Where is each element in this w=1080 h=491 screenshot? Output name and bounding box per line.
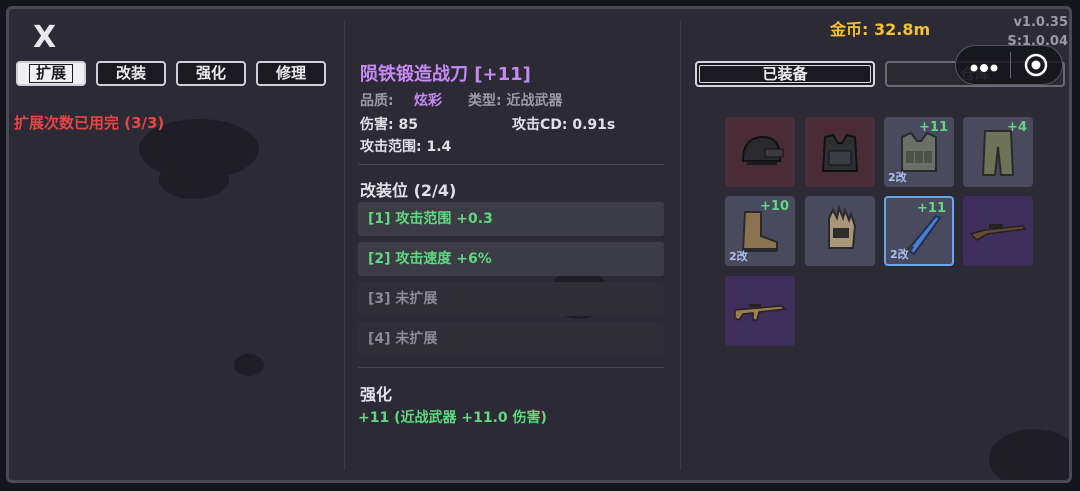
item-name: 陨铁锻造战刀 [+11]: [360, 64, 531, 85]
mod-slot-2[interactable]: [2] 攻击速度 +6%: [358, 242, 664, 276]
assault-rifle-icon: [734, 304, 787, 321]
section-divider: [358, 367, 664, 368]
mod-slot-1[interactable]: [1] 攻击范围 +0.3: [358, 202, 664, 236]
damage-stat: 伤害: 85: [360, 117, 418, 133]
tab-expand[interactable]: 扩展: [16, 61, 86, 86]
inventory-slot-plate-carrier[interactable]: +11 2改: [884, 117, 954, 187]
attack-cd-stat: 攻击CD: 0.91s: [512, 117, 616, 133]
column-divider: [344, 20, 345, 470]
inventory-slot-gloves[interactable]: [805, 196, 875, 266]
gloves-icon: [828, 204, 857, 249]
gold-counter: 金币: 32.8m: [830, 20, 931, 39]
inventory-slot-helmet[interactable]: [725, 117, 795, 187]
vest-icon: [821, 133, 859, 172]
enhance-detail: +11 (近战武器 +11.0 伤害): [358, 410, 547, 426]
column-divider: [680, 20, 681, 470]
item-mod-count: 2改: [729, 250, 748, 263]
equipped-button[interactable]: 已装备: [695, 61, 875, 87]
mod-slot-3[interactable]: [3] 未扩展: [358, 282, 664, 316]
inventory-slot-boots[interactable]: +10 2改: [725, 196, 795, 266]
item-level: +4: [1007, 120, 1027, 135]
background-blob: [989, 429, 1069, 480]
background-blob: [234, 354, 264, 376]
item-level: +10: [760, 199, 789, 214]
item-mod-count: 2改: [890, 248, 909, 261]
item-level: +11: [919, 120, 948, 135]
section-divider: [358, 164, 664, 165]
item-level: +11: [917, 201, 946, 216]
sniper-rifle-icon: [969, 224, 1027, 241]
equipped-button-label: 已装备: [699, 65, 871, 83]
tab-repair[interactable]: 修理: [256, 61, 326, 86]
quality-label: 品质:: [360, 93, 394, 109]
mod-slot-4[interactable]: [4] 未扩展: [358, 322, 664, 356]
close-button[interactable]: X: [33, 23, 56, 53]
capsule-divider: [1010, 52, 1011, 78]
inventory-slot-vest[interactable]: [805, 117, 875, 187]
inventory-slot-pants[interactable]: +4: [963, 117, 1033, 187]
mod-slots-title: 改装位 (2/4): [360, 181, 457, 200]
inventory-slot-assault-rifle[interactable]: [725, 276, 795, 346]
tab-enhance[interactable]: 强化: [176, 61, 246, 86]
expand-limit-message: 扩展次数已用完 (3/3): [14, 114, 165, 132]
attack-range-stat: 攻击范围: 1.4: [360, 139, 452, 155]
enhance-title: 强化: [360, 385, 393, 404]
item-mod-count: 2改: [888, 171, 907, 184]
close-target-icon[interactable]: [1024, 53, 1048, 77]
tab-expand-label: 扩展: [28, 64, 73, 83]
background-blob: [159, 159, 229, 199]
tab-modify[interactable]: 改装: [96, 61, 166, 86]
more-icon[interactable]: [969, 59, 999, 72]
quality-value: 炫彩: [414, 93, 442, 109]
helmet-icon: [741, 135, 784, 165]
version-label: v1.0.35: [1013, 15, 1068, 30]
mini-program-capsule: [955, 45, 1063, 85]
inventory-slot-sniper-rifle[interactable]: [963, 196, 1033, 266]
type-label: 类型: 近战武器: [468, 93, 563, 109]
inventory-slot-sword[interactable]: +11 2改: [884, 196, 954, 266]
